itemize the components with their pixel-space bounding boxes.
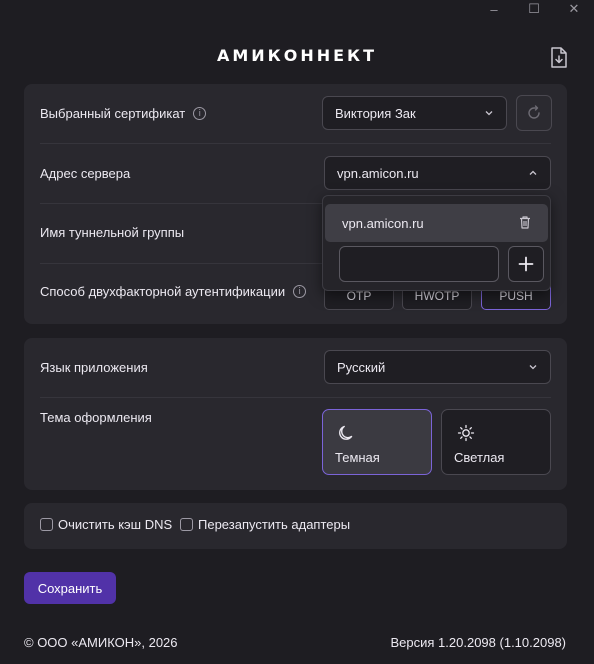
server-dropdown: vpn.amicon.ru (322, 195, 551, 291)
refresh-certificates-button[interactable] (516, 95, 552, 131)
chevron-down-icon (529, 365, 537, 370)
certificate-value: Виктория Зак (335, 105, 416, 121)
file-download-icon (551, 47, 567, 68)
tunnel-group-label: Имя туннельной группы (40, 225, 185, 240)
clear-dns-label: Очистить кэш DNS (58, 517, 173, 532)
chevron-up-icon (529, 170, 537, 175)
app-title: АМИКОННЕКТ (216, 46, 378, 65)
restart-adapters-checkbox[interactable] (180, 518, 193, 531)
export-config-button[interactable] (548, 46, 570, 70)
appearance-settings-card: Язык приложения Русский Тема оформления … (24, 338, 567, 490)
maintenance-card: Очистить кэш DNS Перезапустить адаптеры (24, 503, 567, 549)
language-label: Язык приложения (40, 360, 148, 375)
divider (40, 397, 551, 398)
server-value: vpn.amicon.ru (337, 165, 419, 181)
server-label: Адрес сервера (40, 166, 131, 181)
close-button[interactable]: ✕ (554, 0, 594, 18)
theme-light-option[interactable]: Светлая (441, 409, 551, 475)
language-value: Русский (337, 359, 386, 375)
save-button[interactable]: Сохранить (24, 572, 116, 604)
server-select[interactable]: vpn.amicon.ru (324, 156, 551, 190)
refresh-icon (528, 105, 540, 119)
trash-icon[interactable] (518, 215, 532, 230)
theme-dark-option[interactable]: Темная (322, 409, 432, 475)
window-controls: – ☐ ✕ (474, 0, 594, 18)
two-factor-option-label: PUSH (499, 289, 533, 303)
two-factor-option-label: OTP (346, 289, 372, 303)
two-factor-label: Способ двухфакторной аутентификации (40, 284, 286, 299)
chevron-down-icon (485, 111, 493, 116)
certificate-label: Выбранный сертификат (40, 106, 186, 121)
moon-icon (339, 425, 353, 440)
two-factor-option-label: HWOTP (414, 289, 460, 303)
theme-light-label: Светлая (454, 450, 505, 465)
server-option[interactable]: vpn.amicon.ru (325, 204, 548, 242)
info-icon[interactable]: i (193, 107, 207, 120)
version-text: Версия 1.20.2098 (1.10.2098) (390, 635, 566, 650)
add-server-button[interactable] (508, 246, 544, 282)
clear-dns-checkbox-row[interactable]: Очистить кэш DNS (40, 517, 172, 532)
divider (40, 143, 551, 144)
clear-dns-checkbox[interactable] (40, 518, 53, 531)
new-server-input[interactable] (339, 246, 499, 282)
restart-adapters-checkbox-row[interactable]: Перезапустить адаптеры (180, 517, 350, 532)
restart-adapters-label: Перезапустить адаптеры (198, 517, 351, 532)
copyright-text: © ООО «АМИКОН», 2026 (24, 635, 178, 650)
info-icon[interactable]: i (293, 285, 307, 298)
minimize-button[interactable]: – (474, 0, 514, 18)
maximize-button[interactable]: ☐ (514, 0, 554, 18)
certificate-select[interactable]: Виктория Зак (322, 96, 507, 130)
sun-icon (457, 424, 475, 442)
server-option-label: vpn.amicon.ru (342, 215, 424, 231)
certificate-row-label: Выбранный сертификат i (40, 106, 207, 121)
theme-dark-label: Темная (335, 450, 380, 465)
two-factor-row-label: Способ двухфакторной аутентификации i (40, 284, 307, 299)
theme-label: Тема оформления (40, 410, 152, 425)
plus-icon (518, 256, 534, 272)
language-select[interactable]: Русский (324, 350, 551, 384)
